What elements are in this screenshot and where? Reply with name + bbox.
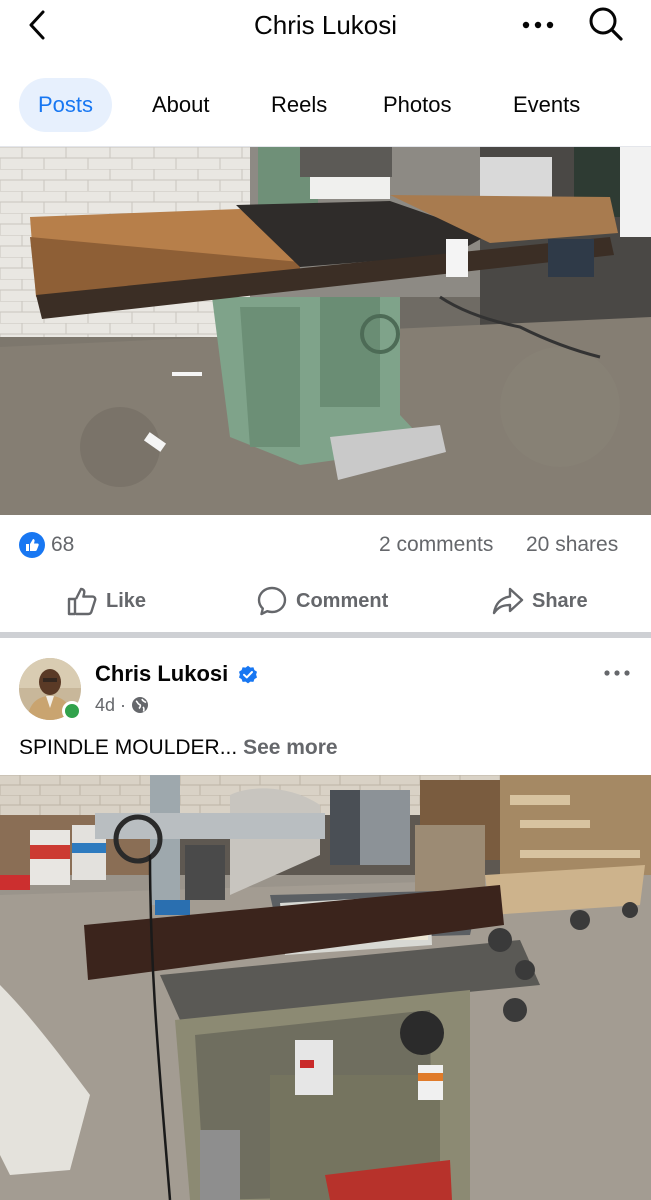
- post-meta: 4d ·: [95, 693, 149, 717]
- post-photo[interactable]: [0, 775, 651, 1200]
- comment-icon: [257, 586, 287, 616]
- share-icon: [492, 587, 524, 615]
- post-more-button[interactable]: [600, 660, 634, 686]
- comments-count[interactable]: 2 comments: [379, 532, 493, 558]
- search-icon: [589, 7, 623, 41]
- like-label: Like: [106, 589, 147, 612]
- author-name[interactable]: Chris Lukosi: [95, 660, 228, 688]
- share-button[interactable]: Share: [492, 578, 588, 624]
- globe-icon: [132, 697, 149, 713]
- post-header: Chris Lukosi 4d ·: [0, 650, 651, 728]
- post-text: SPINDLE MOULDER... See more: [19, 734, 338, 762]
- post-actions: Like Comment Share: [0, 578, 651, 624]
- reactions-summary: 68 2 comments 20 shares: [0, 525, 651, 567]
- post-timestamp[interactable]: 4d: [95, 693, 115, 717]
- more-horizontal-icon: [522, 21, 554, 29]
- verified-badge-icon: [239, 665, 257, 684]
- tab-about[interactable]: About: [152, 78, 210, 132]
- meta-separator: ·: [120, 695, 127, 715]
- online-status-indicator: [62, 701, 82, 721]
- comment-button[interactable]: Comment: [256, 578, 388, 624]
- see-more-link[interactable]: See more: [243, 736, 338, 759]
- like-reaction-icon: [19, 532, 45, 558]
- chevron-left-icon: [29, 10, 45, 40]
- tab-reels[interactable]: Reels: [271, 78, 327, 132]
- search-button[interactable]: [586, 4, 626, 44]
- post-body: SPINDLE MOULDER...: [19, 736, 238, 759]
- top-bar: Chris Lukosi: [0, 0, 651, 50]
- share-label: Share: [532, 589, 588, 612]
- comment-label: Comment: [296, 589, 389, 612]
- more-horizontal-icon: [604, 670, 630, 676]
- post-photo[interactable]: [0, 147, 651, 515]
- profile-tabs: Posts About Reels Photos Events: [0, 76, 651, 134]
- back-button[interactable]: [22, 8, 52, 42]
- like-icon: [67, 587, 97, 616]
- post-separator: [0, 632, 651, 638]
- tab-posts[interactable]: Posts: [19, 78, 113, 132]
- reaction-count[interactable]: 68: [51, 532, 74, 558]
- more-options-button[interactable]: [518, 8, 558, 42]
- tab-events[interactable]: Events: [513, 78, 580, 132]
- tab-photos[interactable]: Photos: [383, 78, 452, 132]
- shares-count[interactable]: 20 shares: [526, 532, 618, 558]
- like-button[interactable]: Like: [66, 578, 146, 624]
